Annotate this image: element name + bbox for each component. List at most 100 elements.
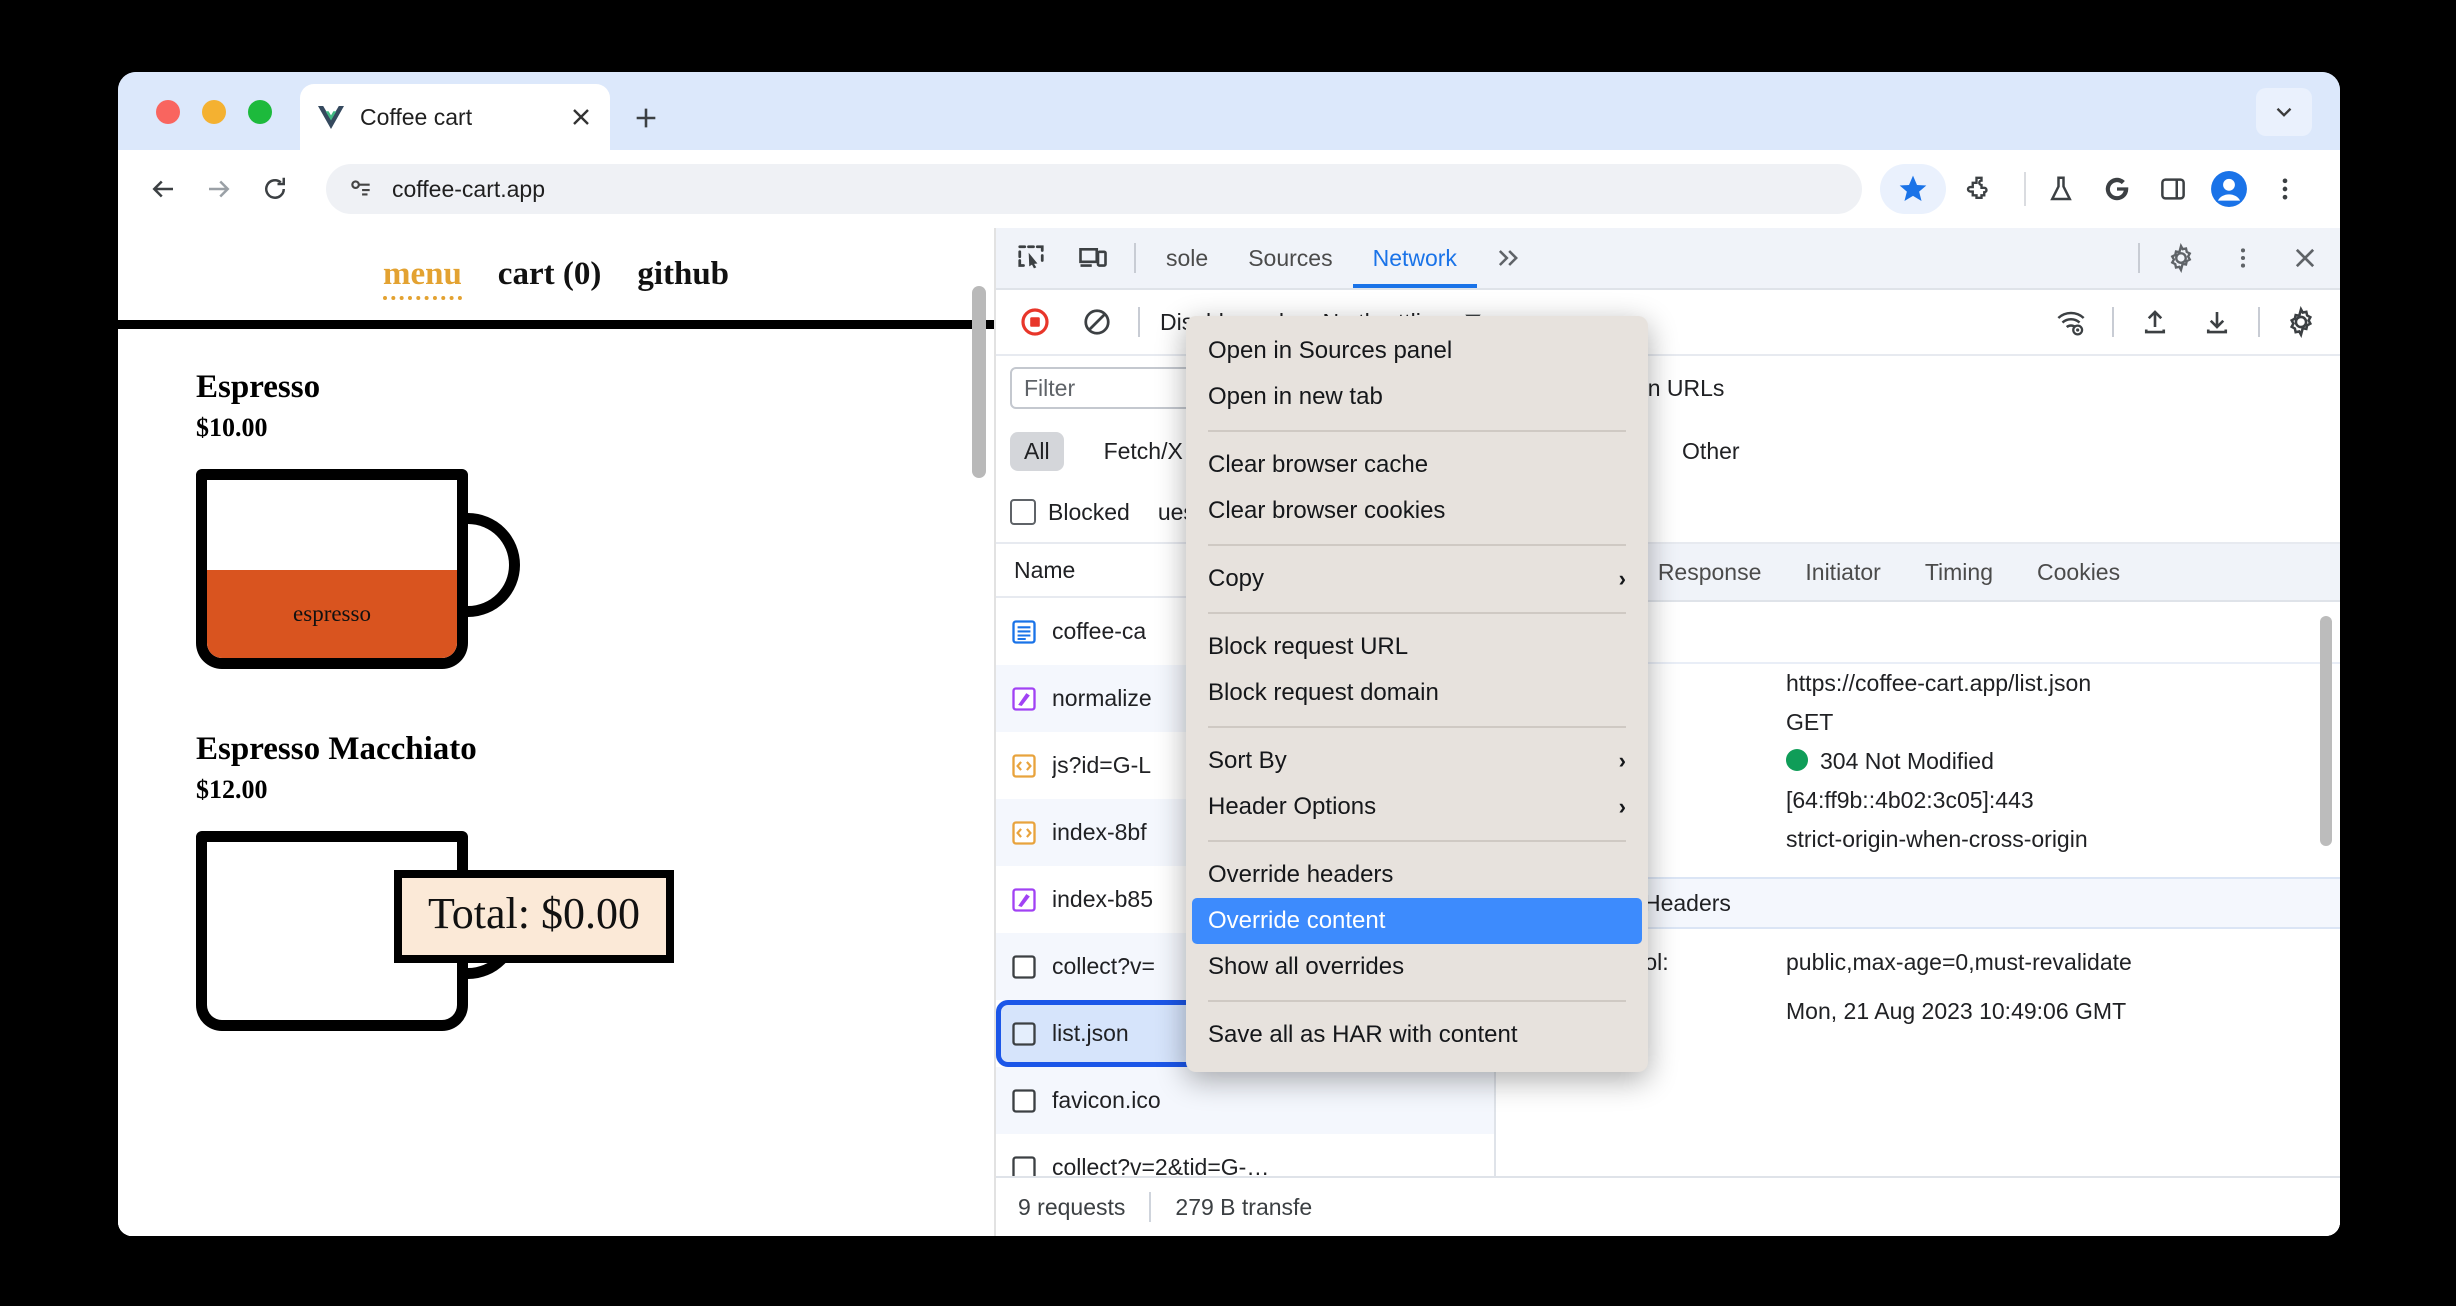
device-toggle-icon[interactable] [1066, 232, 1120, 284]
wifi-settings-icon[interactable] [2044, 296, 2098, 348]
page-nav-menu[interactable]: menu [382, 256, 462, 300]
type-filter-all[interactable]: All [1010, 431, 1064, 471]
cup-label: espresso [293, 601, 371, 626]
reload-icon[interactable] [252, 166, 298, 212]
toolbar-divider [2112, 307, 2114, 337]
menu-separator [1208, 430, 1626, 432]
menu-item-override-content[interactable]: Override content [1192, 898, 1642, 944]
address-bar[interactable]: coffee-cart.app [326, 164, 1862, 214]
puzzle-piece-icon[interactable] [1956, 166, 2002, 212]
generic-file-icon [1010, 1020, 1038, 1048]
minimize-window-button[interactable] [202, 100, 226, 124]
request-name: favicon.ico [1052, 1087, 1161, 1113]
table-row[interactable]: favicon.ico [996, 1067, 1494, 1134]
tab-sources[interactable]: Sources [1228, 228, 1352, 288]
gear-icon[interactable] [2154, 232, 2208, 284]
menu-item-open-in-sources-panel[interactable]: Open in Sources panel [1186, 328, 1648, 374]
three-dots-vertical-icon[interactable] [2262, 166, 2308, 212]
clear-circle-slash-icon[interactable] [1070, 296, 1124, 348]
menu-separator [1208, 544, 1626, 546]
stylesheet-icon [1010, 685, 1038, 713]
transferred-size: 279 B transfe [1175, 1193, 1313, 1220]
tab-cookies[interactable]: Cookies [2015, 544, 2142, 600]
toolbar-actions [1880, 164, 2318, 214]
request-name: collect?v=2&tid=G-… [1052, 1154, 1270, 1176]
generic-file-icon [1010, 1154, 1038, 1176]
menu-item-header-options[interactable]: Header Options › [1186, 784, 1648, 830]
menu-item-label: Header Options [1208, 793, 1377, 820]
chevron-right-icon: › [1618, 566, 1626, 591]
page-scrollbar[interactable] [972, 286, 986, 478]
request-method-value: GET [1786, 709, 1834, 735]
star-icon[interactable] [1880, 164, 1946, 214]
blocked-filter-row[interactable]: Blocked [1010, 499, 1130, 526]
menu-item-block-request-domain[interactable]: Block request domain [1186, 670, 1648, 716]
side-panel-icon[interactable] [2150, 166, 2196, 212]
gear-icon[interactable] [2274, 296, 2328, 348]
detail-scrollbar[interactable] [2320, 616, 2332, 846]
page-nav: menu cart (0) github [118, 228, 994, 300]
inspect-element-icon[interactable] [1004, 232, 1058, 284]
type-filter-fetch-xhr[interactable]: Fetch/X [1090, 432, 1197, 471]
product-name: Espresso Macchiato [196, 731, 477, 767]
new-tab-button[interactable] [630, 102, 662, 134]
chevron-down-icon[interactable] [2256, 88, 2312, 136]
column-header-name[interactable]: Name [1014, 557, 1075, 584]
request-name: collect?v= [1052, 953, 1155, 979]
request-name: coffee-ca [1052, 618, 1147, 644]
page-nav-github[interactable]: github [637, 256, 729, 293]
coffee-cup-icon[interactable]: espresso [196, 469, 520, 677]
arrow-right-icon[interactable] [196, 166, 242, 212]
tab-response[interactable]: Response [1636, 544, 1784, 600]
three-dots-vertical-icon[interactable] [2216, 232, 2270, 284]
arrow-left-icon[interactable] [140, 166, 186, 212]
checkbox-icon[interactable] [1010, 499, 1036, 525]
remote-address-value: [64:ff9b::4b02:3c05]:443 [1786, 787, 2034, 813]
tab-network[interactable]: Network [1353, 228, 1477, 288]
browser-tab[interactable]: Coffee cart [300, 84, 610, 150]
context-menu[interactable]: Open in Sources panel Open in new tab Cl… [1186, 316, 1648, 1072]
menu-item-open-in-new-tab[interactable]: Open in new tab [1186, 374, 1648, 420]
tab-initiator[interactable]: Initiator [1783, 544, 1902, 600]
avatar-icon[interactable] [2206, 166, 2252, 212]
total-badge: Total: $0.00 [394, 870, 675, 963]
toolbar-divider [1134, 243, 1136, 273]
menu-item-block-request-url[interactable]: Block request URL [1186, 624, 1648, 670]
toolbar-divider [1138, 307, 1140, 337]
menu-item-copy[interactable]: Copy › [1186, 556, 1648, 602]
menu-item-clear-browser-cookies[interactable]: Clear browser cookies [1186, 488, 1648, 534]
close-window-button[interactable] [156, 100, 180, 124]
stylesheet-icon [1010, 886, 1038, 914]
status-divider [1149, 1192, 1152, 1222]
tab-console[interactable]: sole [1146, 228, 1228, 288]
page-nav-cart[interactable]: cart (0) [498, 256, 602, 293]
site-settings-icon[interactable] [348, 176, 374, 202]
vue-logo-icon [318, 105, 344, 129]
close-icon[interactable] [566, 102, 596, 132]
flask-icon[interactable] [2038, 166, 2084, 212]
table-row[interactable]: collect?v=2&tid=G-… [996, 1134, 1494, 1176]
menu-separator [1208, 612, 1626, 614]
upload-arrow-icon[interactable] [2128, 296, 2182, 348]
url-text: coffee-cart.app [392, 175, 546, 202]
menu-item-clear-browser-cache[interactable]: Clear browser cache [1186, 442, 1648, 488]
record-stop-icon[interactable] [1008, 296, 1062, 348]
menu-item-sort-by[interactable]: Sort By › [1186, 738, 1648, 784]
google-g-icon[interactable] [2094, 166, 2140, 212]
request-name: index-8bf [1052, 819, 1147, 845]
status-dot-icon [1786, 749, 1808, 771]
type-filter-other[interactable]: Other [1668, 432, 1754, 471]
menu-item-override-headers[interactable]: Override headers [1186, 852, 1648, 898]
tab-timing[interactable]: Timing [1903, 544, 2015, 600]
download-arrow-icon[interactable] [2190, 296, 2244, 348]
maximize-window-button[interactable] [248, 100, 272, 124]
chevron-double-right-icon[interactable] [1481, 232, 1535, 284]
page-divider [118, 320, 994, 329]
close-icon[interactable] [2278, 232, 2332, 284]
window-controls [156, 100, 272, 124]
menu-item-label: Copy [1208, 565, 1265, 592]
chevron-right-icon: › [1618, 794, 1626, 819]
menu-item-show-all-overrides[interactable]: Show all overrides [1186, 944, 1648, 990]
menu-item-save-all-as-har-with-content[interactable]: Save all as HAR with content [1186, 1012, 1648, 1058]
devtools-tab-bar: sole Sources Network [996, 228, 2340, 290]
